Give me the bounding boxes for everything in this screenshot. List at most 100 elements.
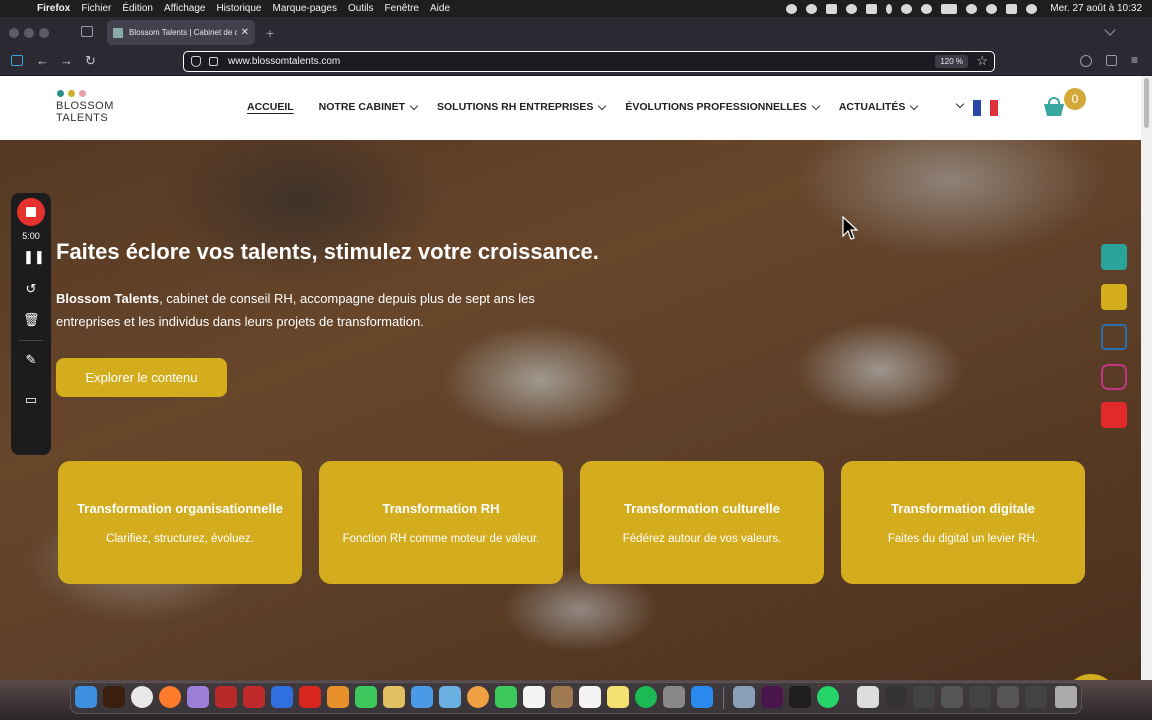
url-text[interactable]: www.blossomtalents.com — [228, 56, 340, 67]
site-logo[interactable]: BLOSSOM TALENTS — [56, 90, 114, 124]
wifi-icon[interactable] — [966, 3, 978, 14]
close-tab-icon[interactable]: ✕ — [241, 27, 249, 38]
zoom-level-badge[interactable]: 120 % — [935, 55, 968, 68]
menu-historique[interactable]: Historique — [216, 3, 261, 14]
menu-affichage[interactable]: Affichage — [164, 3, 206, 14]
service-card-digitale[interactable]: Transformation digitale Faites du digita… — [841, 461, 1085, 584]
back-arrow-icon[interactable]: ← — [36, 53, 49, 69]
reload-icon[interactable]: ↻ — [85, 53, 96, 69]
facetime-icon[interactable] — [495, 686, 517, 708]
nav-item-solutions-rh[interactable]: SOLUTIONS RH ENTREPRISES — [437, 101, 607, 113]
menu-aide[interactable]: Aide — [430, 3, 450, 14]
spotify-icon[interactable] — [635, 686, 657, 708]
launchpad-icon[interactable] — [187, 686, 209, 708]
french-flag-icon[interactable] — [973, 100, 998, 116]
acrobat-icon[interactable] — [299, 686, 321, 708]
nav-item-evolutions-pro[interactable]: ÉVOLUTIONS PROFESSIONNELLES — [625, 101, 821, 113]
browser-tab-active[interactable]: Blossom Talents | Cabinet de co ✕ — [107, 20, 255, 45]
forward-arrow-icon[interactable]: → — [60, 53, 73, 69]
menu-edition[interactable]: Édition — [122, 3, 153, 14]
control-center-icon[interactable] — [1006, 3, 1018, 14]
maps-icon[interactable] — [439, 686, 461, 708]
chrome-icon[interactable] — [131, 686, 153, 708]
minimized-window-icon[interactable] — [969, 686, 991, 708]
menu-outils[interactable]: Outils — [348, 3, 374, 14]
notes-icon[interactable] — [607, 686, 629, 708]
status-app-icon[interactable] — [901, 3, 913, 14]
document-icon[interactable] — [857, 686, 879, 708]
service-card-culturelle[interactable]: Transformation culturelle Fédérez autour… — [580, 461, 824, 584]
status-app-icon[interactable] — [806, 3, 818, 14]
language-chevron-down-icon[interactable] — [955, 99, 965, 109]
menu-fichier[interactable]: Fichier — [81, 3, 111, 14]
minimized-window-icon[interactable] — [913, 686, 935, 708]
phone-icon[interactable] — [1101, 244, 1127, 270]
app-icon[interactable] — [271, 686, 293, 708]
slack-icon[interactable] — [761, 686, 783, 708]
filezilla-pro-icon[interactable] — [243, 686, 265, 708]
stop-recording-button[interactable] — [17, 198, 45, 226]
app-icon[interactable] — [551, 686, 573, 708]
annotate-icon[interactable]: ✎ — [23, 352, 39, 368]
terminal-icon[interactable] — [789, 686, 811, 708]
status-app-icon[interactable] — [786, 3, 798, 14]
sidebar-toggle-icon[interactable] — [11, 55, 23, 66]
tracking-shield-icon[interactable] — [191, 56, 201, 67]
illustrator-icon[interactable] — [103, 686, 125, 708]
trash-icon[interactable] — [1055, 686, 1077, 708]
restart-icon[interactable]: ↺ — [23, 281, 39, 297]
minimized-window-icon[interactable] — [941, 686, 963, 708]
nav-item-actualites[interactable]: ACTUALITÉS — [839, 101, 919, 113]
pause-icon[interactable]: ❚❚ — [23, 249, 45, 265]
nav-item-notre-cabinet[interactable]: NOTRE CABINET — [319, 101, 419, 113]
shopping-cart-icon[interactable] — [1042, 96, 1066, 118]
whatsapp-icon[interactable] — [817, 686, 839, 708]
play-icon[interactable] — [921, 3, 933, 14]
filezilla-icon[interactable] — [215, 686, 237, 708]
status-app-icon[interactable] — [866, 3, 878, 14]
minimized-window-icon[interactable] — [997, 686, 1019, 708]
window-close-button[interactable] — [9, 28, 19, 38]
photos-icon[interactable] — [467, 686, 489, 708]
tab-overview-icon[interactable] — [81, 26, 93, 37]
status-app-icon[interactable] — [846, 3, 858, 14]
instagram-icon[interactable] — [1101, 364, 1127, 390]
app-icon[interactable] — [383, 686, 405, 708]
bluetooth-icon[interactable] — [886, 3, 893, 14]
bookmark-star-icon[interactable]: ☆ — [976, 53, 988, 69]
status-app-icon[interactable] — [826, 3, 838, 14]
menu-marque-pages[interactable]: Marque-pages — [272, 3, 336, 14]
extensions-icon[interactable] — [1106, 55, 1117, 66]
linkedin-icon[interactable] — [1101, 324, 1127, 350]
calendar-icon[interactable] — [1101, 284, 1127, 310]
hamburger-menu-icon[interactable]: ≡ — [1131, 52, 1138, 68]
calendar-app-icon[interactable] — [523, 686, 545, 708]
scrollbar-thumb[interactable] — [1144, 78, 1149, 128]
system-settings-icon[interactable] — [663, 686, 685, 708]
firefox-icon[interactable] — [159, 686, 181, 708]
cart-count-badge[interactable]: 0 — [1064, 88, 1086, 110]
menubar-clock[interactable]: Mer. 27 août à 10:32 — [1050, 3, 1142, 14]
minimized-window-icon[interactable] — [885, 686, 907, 708]
service-card-organisationnelle[interactable]: Transformation organisationnelle Clarifi… — [58, 461, 302, 584]
nav-item-accueil[interactable]: ACCUEIL — [247, 101, 294, 113]
account-icon[interactable] — [1080, 55, 1092, 67]
finder-icon[interactable] — [75, 686, 97, 708]
minimized-window-icon[interactable] — [1025, 686, 1047, 708]
lock-icon[interactable] — [209, 57, 218, 66]
battery-icon[interactable] — [941, 3, 958, 14]
explore-content-button[interactable]: Explorer le contenu — [56, 358, 227, 397]
window-minimize-button[interactable] — [24, 28, 34, 38]
service-card-rh[interactable]: Transformation RH Fonction RH comme mote… — [319, 461, 563, 584]
sublime-text-icon[interactable] — [327, 686, 349, 708]
page-scrollbar[interactable] — [1141, 76, 1152, 680]
app-icon[interactable] — [733, 686, 755, 708]
mail-icon[interactable] — [411, 686, 433, 708]
siri-icon[interactable] — [1026, 3, 1038, 14]
window-zoom-button[interactable] — [39, 28, 49, 38]
trash-icon[interactable]: 🗑 — [23, 312, 40, 328]
app-store-icon[interactable] — [691, 686, 713, 708]
new-tab-button[interactable]: + — [266, 25, 274, 41]
spotlight-search-icon[interactable] — [986, 3, 998, 14]
tab-list-chevron-icon[interactable] — [1104, 24, 1116, 36]
